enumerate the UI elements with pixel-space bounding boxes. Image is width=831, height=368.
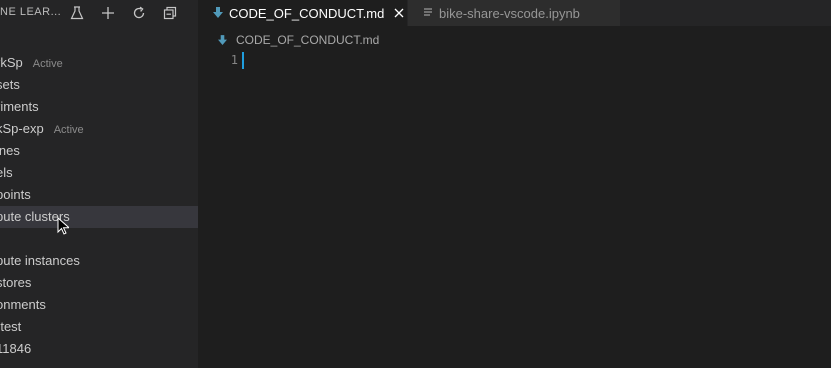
tree-item-id[interactable]: 11846 [0,338,198,360]
tree-item-label: stores [0,275,32,290]
tree-item-datasets[interactable]: sets [0,74,198,96]
tree-item-endpoints[interactable]: points [0,184,198,206]
tree-item-workspace[interactable]: rkSp Active [0,52,198,74]
tree-item-label: onments [0,297,46,312]
tree-item-models[interactable]: els [0,162,198,184]
tree-item-label: 11846 [0,341,32,356]
tab-label: CODE_OF_CONDUCT.md [229,5,385,21]
tree-item-test[interactable]: -test [0,316,198,338]
plus-icon[interactable] [97,3,119,23]
tree-item-label: sets [0,77,20,92]
tree-item-datastores[interactable]: stores [0,272,198,294]
tree-item-label: kSp-exp [0,121,44,136]
tree-item-compute-clusters[interactable]: pute clusters [0,206,198,228]
tree-item-experiments[interactable]: riments [0,96,198,118]
tree-item-label: riments [0,99,39,114]
tab-bike-share-notebook[interactable]: bike-share-vscode.ipynb [408,0,620,26]
markdown-download-icon [213,7,223,18]
sidebar-header: NE LEAR... [0,0,198,26]
status-badge: Active [53,124,84,136]
tree-item-label: pute instances [0,253,80,268]
collapse-all-icon[interactable] [159,3,181,23]
tree-item-label: -test [0,319,22,334]
tree-item-label: rkSp [0,55,23,70]
sidebar: NE LEAR... rkSp Active sets riments kSp-e… [0,0,198,368]
breadcrumb-label: CODE_OF_CONDUCT.md [236,33,380,47]
text-cursor[interactable] [242,52,244,69]
tree-item-experiment[interactable]: kSp-exp Active [0,118,198,140]
sidebar-title: NE LEAR... [0,6,62,18]
close-icon[interactable] [392,6,406,20]
tree-item-compute-instances[interactable]: pute instances [0,250,198,272]
status-badge: Active [32,58,63,70]
file-lines-icon [424,8,432,16]
tree-item-environments[interactable]: onments [0,294,198,316]
markdown-download-icon [218,34,227,45]
tree-item-label: els [0,165,13,180]
tree-item-empty[interactable] [0,228,198,250]
refresh-icon[interactable] [128,3,150,23]
mouse-pointer-icon [57,217,69,235]
tab-code-of-conduct[interactable]: CODE_OF_CONDUCT.md [198,0,407,26]
tree-item-pipelines[interactable]: ines [0,140,198,162]
line-number: 1 [230,53,238,67]
breadcrumb[interactable]: CODE_OF_CONDUCT.md [218,30,379,50]
sidebar-actions [66,3,181,23]
beaker-icon[interactable] [66,3,88,23]
tree-item-label: ines [0,143,20,158]
tab-bar: CODE_OF_CONDUCT.md bike-share-vscode.ipy… [198,0,831,26]
tab-label: bike-share-vscode.ipynb [439,5,580,21]
tree-item-label: points [0,187,31,202]
